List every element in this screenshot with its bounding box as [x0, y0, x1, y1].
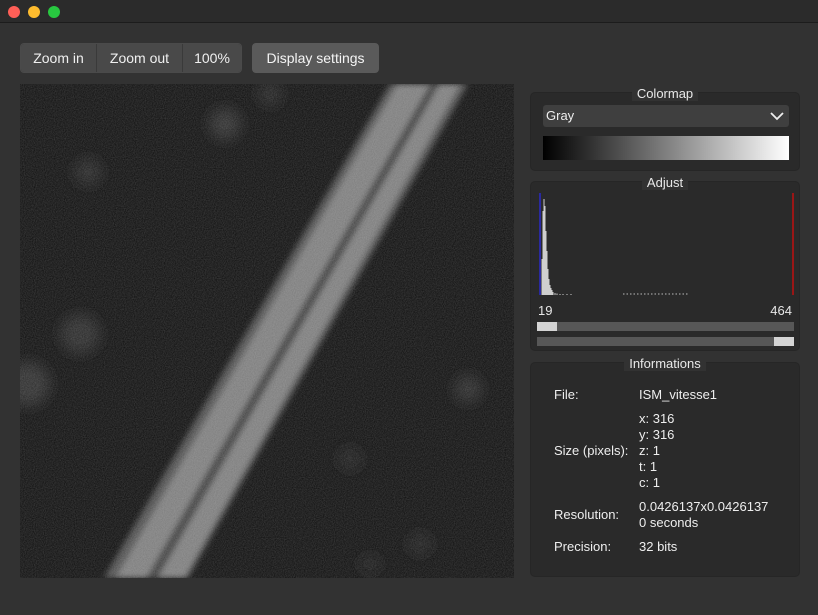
size-t-value: t: 1 — [639, 459, 658, 474]
adjust-panel: Adjust 19 464 — [530, 175, 800, 351]
image-viewer[interactable] — [20, 84, 514, 578]
size-z-value: z: 1 — [639, 443, 660, 458]
zoom-reset-button[interactable]: 100% — [183, 44, 241, 72]
resolution-value: 0.0426137x0.0426137 — [639, 499, 769, 514]
colormap-title: Colormap — [631, 86, 699, 101]
size-x-value: x: 316 — [639, 411, 675, 426]
informations-title: Informations — [624, 356, 706, 371]
adjust-min-value: 19 — [538, 303, 553, 318]
size-y-value: y: 316 — [639, 427, 675, 442]
informations-panel: Informations File: ISM_vitesse1 x: 316 y… — [530, 356, 800, 577]
file-label: File: — [554, 387, 579, 402]
precision-label: Precision: — [554, 539, 612, 554]
file-value: ISM_vitesse1 — [639, 387, 718, 402]
maximize-window-button[interactable] — [48, 6, 60, 18]
resolution-time-value: 0 seconds — [639, 515, 699, 530]
size-c-value: c: 1 — [639, 475, 660, 490]
min-slider-handle[interactable] — [537, 322, 557, 331]
max-slider-handle[interactable] — [774, 337, 794, 346]
precision-value: 32 bits — [639, 539, 678, 554]
close-window-button[interactable] — [8, 6, 20, 18]
chevron-down-icon — [770, 112, 784, 121]
size-label: Size (pixels): — [554, 443, 629, 458]
min-intensity-slider[interactable] — [537, 322, 794, 331]
minimize-window-button[interactable] — [28, 6, 40, 18]
max-intensity-slider[interactable] — [537, 337, 794, 346]
zoom-in-button[interactable]: Zoom in — [21, 44, 97, 72]
window-titlebar — [0, 0, 818, 23]
display-settings-button[interactable]: Display settings — [252, 43, 379, 73]
zoom-out-button[interactable]: Zoom out — [97, 44, 183, 72]
microscopy-image — [20, 84, 514, 578]
adjust-title: Adjust — [641, 175, 689, 190]
colormap-selected-value: Gray — [546, 108, 575, 123]
colormap-select[interactable]: Gray — [543, 105, 789, 127]
colormap-gradient-preview — [543, 136, 789, 160]
histogram — [539, 193, 794, 295]
adjust-max-value: 464 — [770, 303, 792, 318]
colormap-panel: Colormap Gray — [530, 86, 800, 171]
resolution-label: Resolution: — [554, 507, 620, 522]
zoom-toolbar: Zoom in Zoom out 100% — [20, 43, 242, 73]
